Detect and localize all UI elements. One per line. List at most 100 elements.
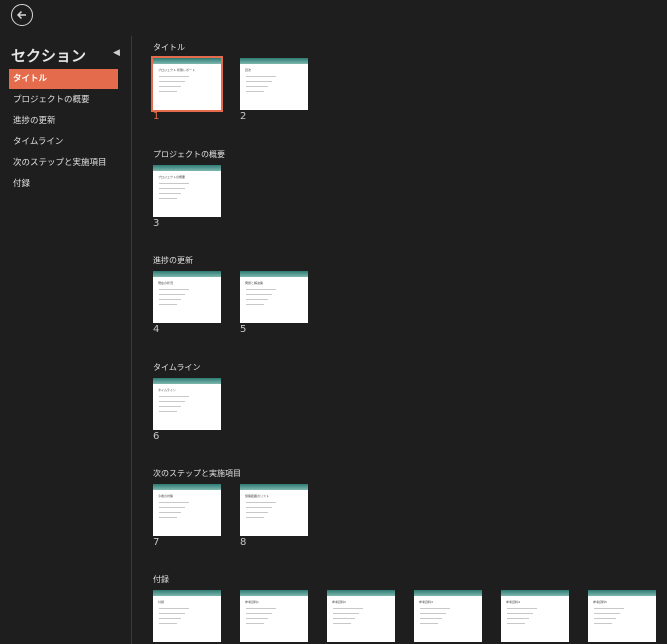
- text-line: [159, 91, 177, 92]
- slide-thumbnail[interactable]: 参考資料3: [414, 590, 482, 642]
- sidebar-item-4[interactable]: 次のステップと実施項目: [9, 153, 118, 173]
- back-button[interactable]: [11, 4, 33, 26]
- slide-thumbnail[interactable]: 付録: [153, 590, 221, 642]
- section-nav: タイトル プロジェクトの概要 進捗の更新 タイムライン 次のステップと実施項目 付録: [9, 69, 118, 195]
- slide-banner: [240, 590, 308, 596]
- section-group: 進捗の更新現在の状況 4 問題と解決策 5: [153, 255, 327, 336]
- text-line: [333, 623, 351, 624]
- text-line: [159, 512, 181, 513]
- slide-thumbnail[interactable]: 施策範囲のリスト 8: [240, 484, 308, 549]
- section-group: 付録 付録 参考資料1 参考資料2 参考資料3 参考資料4 参考資料5: [153, 574, 667, 642]
- slide-title-text: 参考資料4: [506, 600, 520, 604]
- slide-number: 3: [153, 218, 160, 229]
- text-line: [159, 198, 177, 199]
- slide-banner: [153, 271, 221, 277]
- text-line: [594, 608, 624, 609]
- slide-preview[interactable]: 施策範囲のリスト: [240, 484, 308, 536]
- sidebar-item-2[interactable]: 進捗の更新: [9, 111, 118, 131]
- slide-preview[interactable]: 今後の対策: [153, 484, 221, 536]
- slide-title-text: 参考資料2: [332, 600, 346, 604]
- text-line: [159, 81, 185, 82]
- text-line: [246, 294, 272, 295]
- text-line: [420, 623, 438, 624]
- text-line: [159, 183, 189, 184]
- text-line: [159, 411, 177, 412]
- slide-preview[interactable]: 現在の状況: [153, 271, 221, 323]
- slide-preview[interactable]: 付録: [153, 590, 221, 642]
- slide-preview[interactable]: タイムライン: [153, 378, 221, 430]
- text-line: [333, 608, 363, 609]
- slide-preview[interactable]: プロジェクト 状態レポート: [151, 56, 223, 112]
- slide-banner: [153, 378, 221, 384]
- slide-banner: [153, 484, 221, 490]
- sidebar-item-0[interactable]: タイトル: [9, 69, 118, 89]
- text-line: [333, 618, 355, 619]
- slide-preview[interactable]: プロジェクトの概要: [153, 165, 221, 217]
- slide-preview[interactable]: 問題と解決策: [240, 271, 308, 323]
- section-title[interactable]: 次のステップと実施項目: [153, 468, 327, 480]
- text-line: [246, 299, 268, 300]
- slide-banner: [240, 271, 308, 277]
- slide-preview[interactable]: 参考資料3: [414, 590, 482, 642]
- slide-thumbnail[interactable]: 目次 2: [240, 58, 308, 123]
- text-line: [333, 613, 359, 614]
- text-line: [159, 608, 189, 609]
- slide-number: 6: [153, 431, 160, 442]
- section-title[interactable]: タイムライン: [153, 362, 240, 374]
- slide-title-text: 目次: [245, 68, 252, 72]
- text-line: [159, 618, 181, 619]
- text-line: [159, 188, 185, 189]
- slide-title-text: プロジェクト 状態レポート: [158, 68, 195, 72]
- section-title[interactable]: タイトル: [153, 42, 327, 54]
- section-title[interactable]: 付録: [153, 574, 667, 586]
- slide-banner: [240, 58, 308, 64]
- text-line: [246, 613, 272, 614]
- text-line: [159, 86, 181, 87]
- text-line: [159, 613, 185, 614]
- slide-thumbnail[interactable]: 参考資料1: [240, 590, 308, 642]
- text-line: [246, 507, 272, 508]
- slide-preview[interactable]: 目次: [240, 58, 308, 110]
- section-title[interactable]: プロジェクトの概要: [153, 149, 240, 161]
- slide-banner: [153, 58, 221, 64]
- slide-number: 1: [153, 111, 160, 122]
- slide-preview[interactable]: 参考資料1: [240, 590, 308, 642]
- slide-preview[interactable]: 参考資料4: [501, 590, 569, 642]
- text-line: [159, 299, 181, 300]
- text-line: [420, 618, 442, 619]
- section-group: タイトルプロジェクト 状態レポート 1 目次 2: [151, 42, 327, 123]
- section-title[interactable]: 進捗の更新: [153, 255, 327, 267]
- text-line: [246, 304, 264, 305]
- slide-number: 7: [153, 537, 160, 548]
- text-line: [507, 623, 525, 624]
- slide-thumbnail[interactable]: 参考資料2: [327, 590, 395, 642]
- slide-title-text: 現在の状況: [158, 281, 174, 285]
- slide-banner: [153, 165, 221, 171]
- slide-title-text: プロジェクトの概要: [158, 175, 186, 179]
- sidebar-item-1[interactable]: プロジェクトの概要: [9, 90, 118, 110]
- slide-number: 5: [240, 324, 247, 335]
- slide-thumbnail[interactable]: 現在の状況 4: [153, 271, 221, 336]
- slide-thumbnail[interactable]: 参考資料5: [588, 590, 656, 642]
- text-line: [246, 502, 276, 503]
- text-line: [159, 406, 181, 407]
- sidebar-item-5[interactable]: 付録: [9, 174, 118, 194]
- sidebar-item-3[interactable]: タイムライン: [9, 132, 118, 152]
- slide-thumbnail[interactable]: 今後の対策 7: [153, 484, 221, 549]
- text-line: [507, 608, 537, 609]
- slide-title-text: 参考資料1: [245, 600, 259, 604]
- slide-preview[interactable]: 参考資料2: [327, 590, 395, 642]
- text-line: [246, 91, 264, 92]
- text-line: [594, 618, 616, 619]
- slide-thumbnail[interactable]: 問題と解決策 5: [240, 271, 308, 336]
- slide-banner: [327, 590, 395, 596]
- slide-thumbnail[interactable]: 参考資料4: [501, 590, 569, 642]
- slide-sorter: タイトル プロジェクト 状態レポート 1 目次 2 プロジェクトの概要 プロジェクトの概要 3…: [131, 36, 667, 644]
- slide-preview[interactable]: 参考資料5: [588, 590, 656, 642]
- slide-thumbnail[interactable]: プロジェクト 状態レポート 1: [151, 56, 223, 123]
- slide-thumbnail[interactable]: タイムライン 6: [153, 378, 221, 443]
- text-line: [246, 618, 268, 619]
- text-line: [507, 613, 533, 614]
- slide-thumbnail[interactable]: プロジェクトの概要 3: [153, 165, 221, 230]
- chevron-left-icon[interactable]: ◀: [113, 48, 120, 58]
